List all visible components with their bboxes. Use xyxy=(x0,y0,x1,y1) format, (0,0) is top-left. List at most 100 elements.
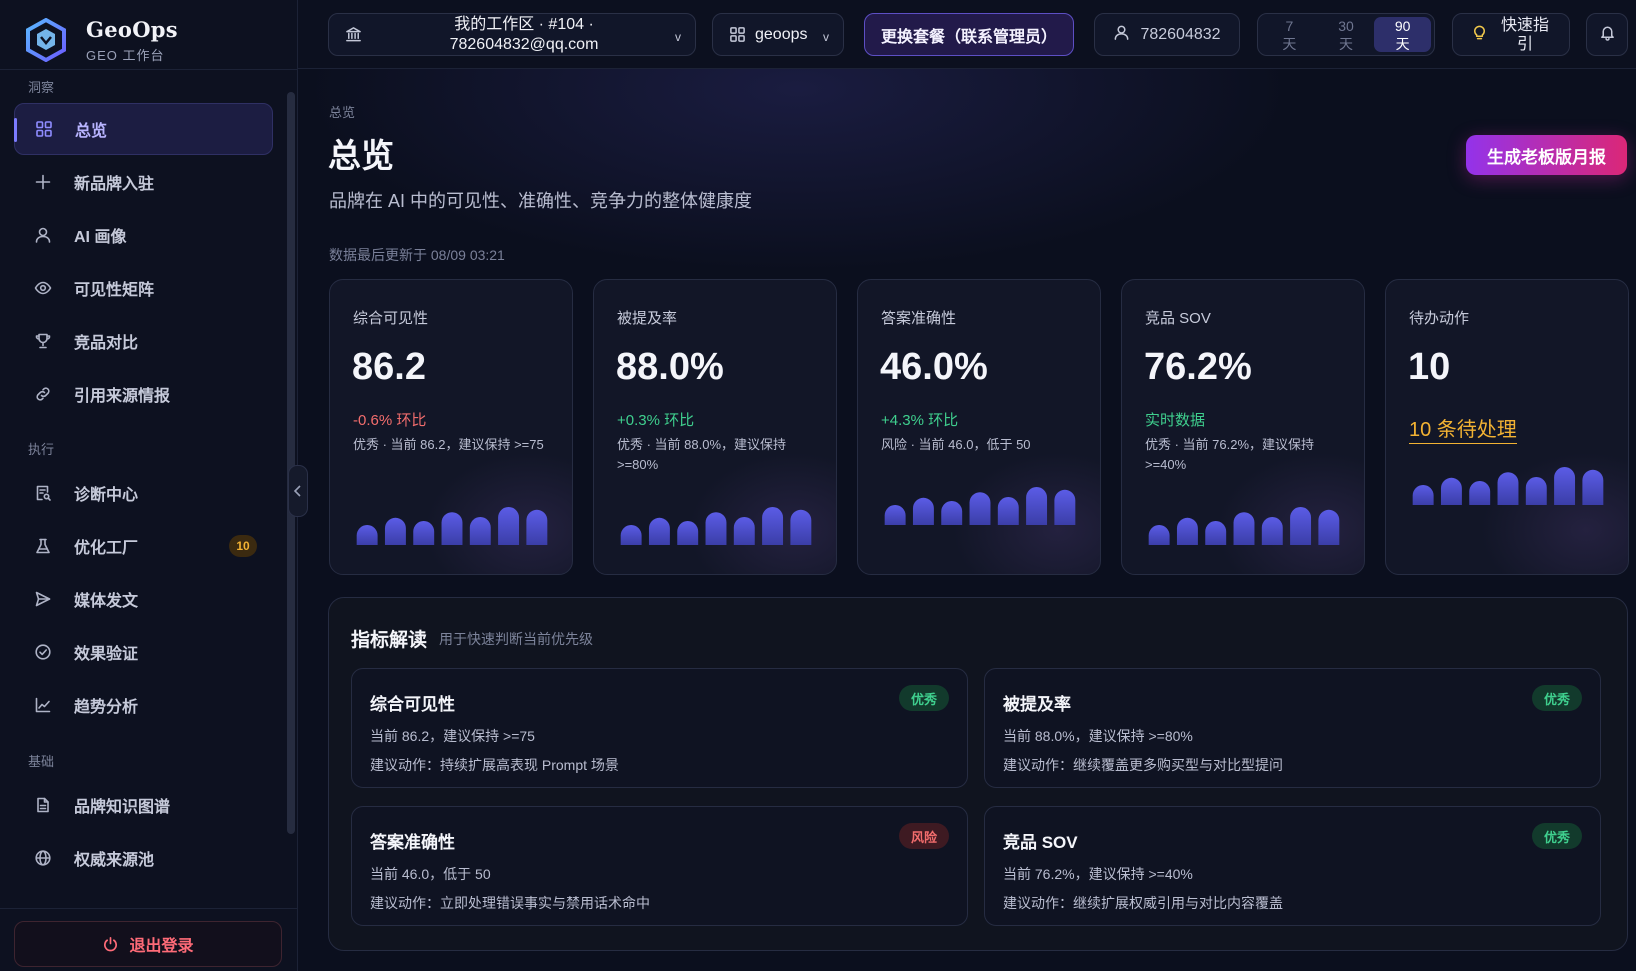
generate-monthly-report-button[interactable]: 生成老板版月报 xyxy=(1466,135,1627,175)
sidebar-item-knowledge-graph[interactable]: 品牌知识图谱 xyxy=(14,779,273,831)
kpi-delta: +0.3% 环比 xyxy=(617,412,695,429)
sparkline-bar xyxy=(997,497,1019,525)
sparkline-bar xyxy=(1290,507,1312,545)
card-title: 竞品 SOV xyxy=(1003,833,1078,852)
section-label-insight: 洞察 xyxy=(28,80,55,95)
grid-icon xyxy=(729,26,746,47)
quick-guide-label: 快速指 引 xyxy=(1500,16,1550,54)
project-name: geoops xyxy=(755,25,808,43)
interpretation-card-mention-rate[interactable]: 被提及率 优秀 当前 88.0%，建议保持 >=80% 建议动作：继续覆盖更多购… xyxy=(984,668,1601,788)
logout-button[interactable]: 退出登录 xyxy=(14,921,282,967)
sidebar-collapse-button[interactable] xyxy=(288,465,308,517)
time-range-toggle: 7 天 30 天 90 天 xyxy=(1257,13,1435,56)
sidebar-item-overview[interactable]: 总览 xyxy=(14,103,273,155)
kpi-value: 10 xyxy=(1408,346,1451,388)
sidebar-item-new-brand[interactable]: 新品牌入驻 xyxy=(14,156,273,208)
range-option-90d[interactable]: 90 天 xyxy=(1374,17,1432,52)
sparkline-bar xyxy=(790,509,812,545)
section-label-base: 基础 xyxy=(28,754,55,769)
workspace-selector[interactable]: 我的工作区 · #104 · 782604832@qq.com v xyxy=(328,13,696,56)
brand-name: GeoOps xyxy=(86,16,178,42)
chevron-down-icon: v xyxy=(823,30,829,44)
card-suggestion: 建议动作：继续扩展权威引用与对比内容覆盖 xyxy=(1003,895,1283,911)
sidebar-item-trend-analysis[interactable]: 趋势分析 xyxy=(14,679,273,731)
kpi-card-pending-actions[interactable]: 待办动作 10 10 条待处理 xyxy=(1385,279,1629,575)
brand[interactable]: GeoOps GEO 工作台 xyxy=(24,12,178,68)
sidebar-item-visibility-matrix[interactable]: 可见性矩阵 xyxy=(14,262,273,314)
range-number: 7 xyxy=(1285,17,1294,34)
sparkline-bar xyxy=(620,525,642,545)
sparkline-bar xyxy=(384,517,406,545)
sparkline-bar xyxy=(969,492,991,525)
quick-guide-button[interactable]: 快速指 引 xyxy=(1452,13,1570,56)
sparkline-bar xyxy=(1582,469,1604,505)
sidebar-item-citation-intel[interactable]: 引用来源情报 xyxy=(14,368,273,420)
chart-line-icon xyxy=(32,694,54,716)
kpi-label: 待办动作 xyxy=(1409,310,1470,327)
sidebar-item-competitor[interactable]: 竞品对比 xyxy=(14,315,273,367)
interpretation-card-accuracy[interactable]: 答案准确性 风险 当前 46.0，低于 50 建议动作：立即处理错误事实与禁用话… xyxy=(351,806,968,926)
card-current: 当前 46.0，低于 50 xyxy=(370,866,491,882)
sidebar-item-media-publish[interactable]: 媒体发文 xyxy=(14,573,273,625)
chevron-down-icon: v xyxy=(675,30,681,44)
kpi-card-visibility[interactable]: 综合可见性 86.2 -0.6% 环比 优秀 · 当前 86.2，建议保持 >=… xyxy=(329,279,573,575)
diagnosis-icon xyxy=(32,482,54,504)
card-suggestion: 建议动作：持续扩展高表现 Prompt 场景 xyxy=(370,757,619,773)
optimization-count-badge: 10 xyxy=(229,535,257,557)
plus-icon xyxy=(32,171,54,193)
kpi-sparkline xyxy=(353,505,551,545)
range-unit: 天 xyxy=(1339,35,1353,52)
check-circle-icon xyxy=(32,641,54,663)
sparkline-bar xyxy=(733,517,755,545)
workspace-email: 782604832@qq.com xyxy=(449,36,599,53)
sparkline-bar xyxy=(648,517,670,545)
trophy-icon xyxy=(32,330,54,352)
sidebar-item-label: 可见性矩阵 xyxy=(74,282,155,299)
notifications-button[interactable] xyxy=(1586,13,1628,56)
sidebar-item-diagnosis[interactable]: 诊断中心 xyxy=(14,467,273,519)
sidebar-item-label: 趋势分析 xyxy=(74,699,139,716)
pending-actions-link[interactable]: 10 条待处理 xyxy=(1409,413,1517,444)
sparkline-bar xyxy=(762,507,784,545)
sidebar-item-authority-sources[interactable]: 权威来源池 xyxy=(14,832,273,884)
bank-icon xyxy=(345,26,362,47)
sidebar-item-ai-profile[interactable]: AI 画像 xyxy=(14,209,273,261)
card-current: 当前 88.0%，建议保持 >=80% xyxy=(1003,728,1193,744)
eye-icon xyxy=(32,277,54,299)
user-account[interactable]: 782604832 xyxy=(1094,13,1240,56)
sparkline-bar xyxy=(1261,517,1283,545)
kpi-sparkline xyxy=(1409,465,1607,505)
breadcrumb[interactable]: 总览 xyxy=(329,102,355,121)
sidebar-item-label: 效果验证 xyxy=(74,646,139,663)
kpi-note: 优秀 · 当前 88.0%，建议保持 >=80% xyxy=(617,437,787,472)
kpi-note: 优秀 · 当前 76.2%，建议保持 >=40% xyxy=(1145,437,1315,472)
project-selector[interactable]: geoops v xyxy=(712,13,844,56)
range-option-7d[interactable]: 7 天 xyxy=(1261,17,1318,52)
globe-icon xyxy=(32,847,54,869)
status-badge: 风险 xyxy=(898,823,949,849)
main-content: 总览 总览 品牌在 AI 中的可见性、准确性、竞争力的整体健康度 生成老板版月报… xyxy=(298,69,1636,971)
interpretation-card-visibility[interactable]: 综合可见性 优秀 当前 86.2，建议保持 >=75 建议动作：持续扩展高表现 … xyxy=(351,668,968,788)
sidebar-scrollbar[interactable] xyxy=(287,92,295,834)
send-icon xyxy=(32,588,54,610)
sparkline-bar xyxy=(1469,481,1491,505)
kpi-card-accuracy[interactable]: 答案准确性 46.0% +4.3% 环比 风险 · 当前 46.0，低于 50 xyxy=(857,279,1101,575)
range-option-30d[interactable]: 30 天 xyxy=(1318,17,1375,52)
kpi-card-competitor-sov[interactable]: 竞品 SOV 76.2% 实时数据 优秀 · 当前 76.2%，建议保持 >=4… xyxy=(1121,279,1365,575)
change-plan-button[interactable]: 更换套餐（联系管理员） xyxy=(864,13,1074,56)
sparkline-bar xyxy=(441,512,463,545)
sidebar-item-label: 权威来源池 xyxy=(74,852,155,869)
kpi-label: 被提及率 xyxy=(617,310,678,327)
kpi-card-mention-rate[interactable]: 被提及率 88.0% +0.3% 环比 优秀 · 当前 88.0%，建议保持 >… xyxy=(593,279,837,575)
kpi-delta: +4.3% 环比 xyxy=(881,412,959,429)
sidebar-item-effect-verify[interactable]: 效果验证 xyxy=(14,626,273,678)
card-title: 综合可见性 xyxy=(370,695,455,714)
sidebar-item-optimization-factory[interactable]: 优化工厂 10 xyxy=(14,520,273,572)
range-unit: 天 xyxy=(1395,35,1410,52)
kpi-delta: 实时数据 xyxy=(1145,412,1206,429)
last-updated-text: 数据最后更新于 08/09 03:21 xyxy=(329,247,505,263)
interpretation-card-competitor-sov[interactable]: 竞品 SOV 优秀 当前 76.2%，建议保持 >=40% 建议动作：继续扩展权… xyxy=(984,806,1601,926)
document-icon xyxy=(32,794,54,816)
chevron-left-icon xyxy=(293,485,301,497)
sidebar-item-label: 新品牌入驻 xyxy=(74,176,155,193)
